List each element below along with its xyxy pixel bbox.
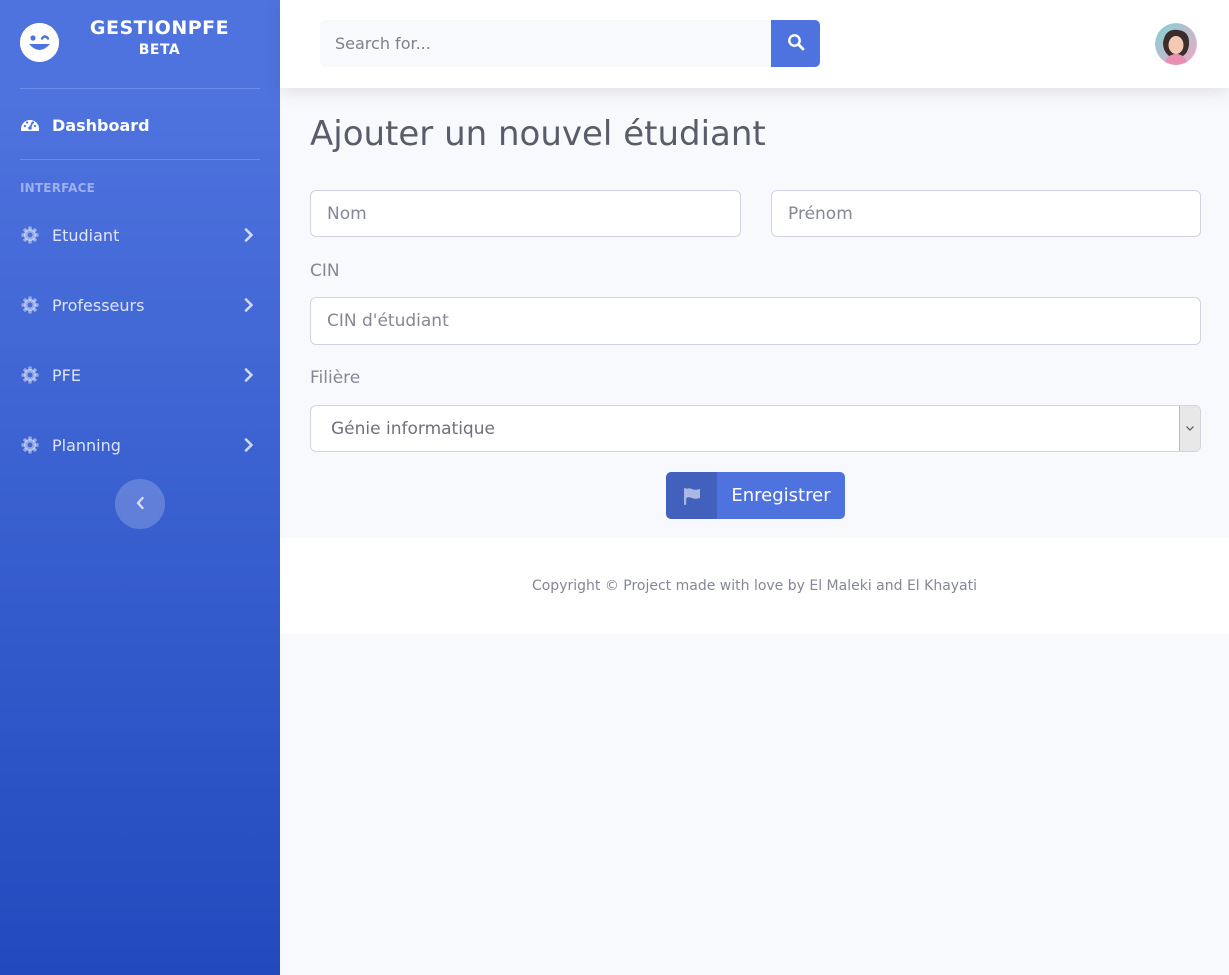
cin-label: CIN xyxy=(310,261,340,281)
brand-subtitle: BETA xyxy=(138,42,181,58)
gear-icon xyxy=(20,225,40,245)
sidebar-item-label: Planning xyxy=(52,435,121,455)
filiere-selected-value: Génie informatique xyxy=(331,418,495,439)
nom-field[interactable] xyxy=(310,190,741,237)
sidebar: GESTIONPFE BETA Dashboard INTERFACE Etud… xyxy=(0,0,280,975)
chevron-right-icon xyxy=(244,228,254,242)
sidebar-item-etudiant[interactable]: Etudiant xyxy=(20,220,260,250)
brand-link[interactable]: GESTIONPFE BETA xyxy=(0,0,280,88)
flag-icon xyxy=(666,472,717,519)
chevron-right-icon xyxy=(244,368,254,382)
filiere-select[interactable]: Génie informatique xyxy=(310,405,1201,452)
footer: Copyright © Project made with love by El… xyxy=(280,538,1229,634)
chevron-right-icon xyxy=(244,298,254,312)
sidebar-divider xyxy=(20,159,260,160)
page-title: Ajouter un nouvel étudiant xyxy=(310,114,766,154)
chevron-right-icon xyxy=(244,438,254,452)
save-button[interactable]: Enregistrer xyxy=(666,472,845,519)
cin-field[interactable] xyxy=(310,297,1201,345)
sidebar-item-label: Professeurs xyxy=(52,295,145,315)
sidebar-item-professeurs[interactable]: Professeurs xyxy=(20,290,260,320)
sidebar-item-label: Dashboard xyxy=(52,115,150,135)
gear-icon xyxy=(20,435,40,455)
user-avatar[interactable] xyxy=(1155,23,1197,65)
sidebar-item-pfe[interactable]: PFE xyxy=(20,360,260,390)
copyright-text: Copyright © Project made with love by El… xyxy=(531,578,978,594)
search-button[interactable] xyxy=(771,20,820,67)
laugh-wink-icon xyxy=(20,23,59,62)
brand-title: GESTIONPFE xyxy=(89,17,230,39)
sidebar-heading: INTERFACE xyxy=(20,181,96,195)
sidebar-item-label: PFE xyxy=(52,365,81,385)
sidebar-item-label: Etudiant xyxy=(52,225,120,245)
save-button-label: Enregistrer xyxy=(731,485,831,506)
filiere-label: Filière xyxy=(310,368,361,388)
sidebar-divider xyxy=(20,88,260,89)
sidebar-toggle-button[interactable] xyxy=(115,479,165,529)
tachometer-icon xyxy=(20,115,40,135)
brand-text: GESTIONPFE BETA xyxy=(72,16,247,60)
chevron-down-icon xyxy=(1179,406,1200,451)
sidebar-item-planning[interactable]: Planning xyxy=(20,430,260,460)
search-icon xyxy=(787,33,805,55)
search-input[interactable] xyxy=(320,20,771,67)
prenom-field[interactable] xyxy=(771,190,1201,237)
sidebar-item-dashboard[interactable]: Dashboard xyxy=(20,112,150,138)
gear-icon xyxy=(20,365,40,385)
gear-icon xyxy=(20,295,40,315)
chevron-left-icon xyxy=(135,495,145,514)
topbar xyxy=(280,0,1229,88)
search-bar xyxy=(320,20,820,67)
